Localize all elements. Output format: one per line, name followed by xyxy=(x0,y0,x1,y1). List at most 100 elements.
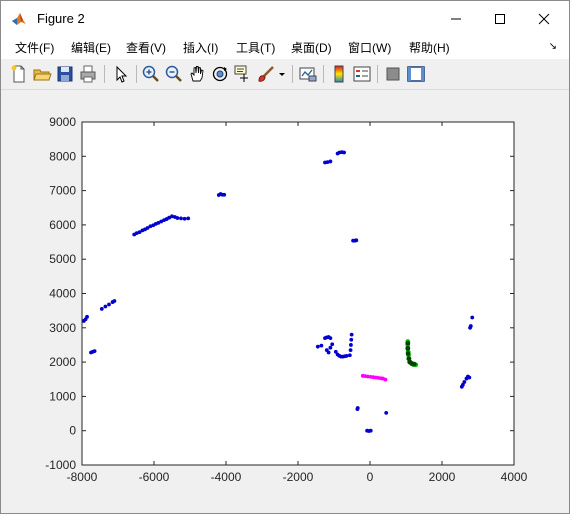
data-point xyxy=(462,380,467,384)
menu-insert[interactable]: 插入(I) xyxy=(183,40,218,56)
save-icon[interactable] xyxy=(55,64,75,84)
data-point xyxy=(328,336,333,340)
menu-file[interactable]: 文件(F) xyxy=(15,40,54,56)
x-tick-label: -2000 xyxy=(283,470,314,484)
data-point xyxy=(349,332,354,337)
figure-canvas[interactable]: -8000 -6000 -4000 -2000 0 2000 4000 -1000 0 1000 2… xyxy=(1,90,569,513)
y-tick-label: 8000 xyxy=(49,149,76,163)
menu-dock-arrow-icon[interactable]: ↘ xyxy=(549,41,557,52)
data-point xyxy=(92,349,97,354)
data-point xyxy=(103,304,108,309)
x-tick-label: -4000 xyxy=(211,470,242,484)
brush-dropdown-icon[interactable] xyxy=(277,64,287,84)
data-point xyxy=(315,344,320,349)
data-cursor-icon[interactable] xyxy=(233,64,253,84)
menu-desktop[interactable]: 桌面(D) xyxy=(291,40,332,56)
y-tick-label: 6000 xyxy=(49,218,76,232)
menu-bar: 文件(F) 编辑(E) 查看(V) 插入(I) 工具(T) 桌面(D) 窗口(W… xyxy=(1,37,569,59)
data-point xyxy=(349,343,353,347)
rotate-3d-icon[interactable] xyxy=(210,64,230,84)
data-point xyxy=(348,348,353,352)
x-tick-label: -8000 xyxy=(67,470,98,484)
menu-window[interactable]: 窗口(W) xyxy=(348,40,391,56)
x-tick-label: 4000 xyxy=(501,470,528,484)
y-tick-label: 5000 xyxy=(49,252,76,266)
link-plot-icon[interactable] xyxy=(298,64,318,84)
print-icon[interactable] xyxy=(78,64,98,84)
maximize-icon xyxy=(495,14,505,24)
data-point xyxy=(468,324,473,328)
zoom-in-icon[interactable] xyxy=(141,64,161,84)
menu-edit[interactable]: 编辑(E) xyxy=(71,40,111,56)
y-tick-label: 4000 xyxy=(49,287,76,301)
toolbar-separator xyxy=(104,65,105,83)
title-bar[interactable]: Figure 2 xyxy=(1,1,569,37)
data-point xyxy=(342,150,346,155)
data-point xyxy=(326,350,331,355)
menu-help[interactable]: 帮助(H) xyxy=(409,40,450,56)
data-point xyxy=(344,354,349,358)
zoom-out-icon[interactable] xyxy=(164,64,184,84)
data-point xyxy=(175,216,180,220)
brush-icon[interactable] xyxy=(256,64,276,84)
minimize-button[interactable] xyxy=(433,1,479,37)
new-figure-icon[interactable] xyxy=(9,64,29,84)
data-point xyxy=(347,353,352,358)
data-point xyxy=(411,361,417,367)
colorbar-icon[interactable] xyxy=(329,64,349,84)
x-tick-label: -6000 xyxy=(139,470,170,484)
data-point xyxy=(99,307,104,311)
data-point xyxy=(405,345,411,351)
menu-view[interactable]: 查看(V) xyxy=(126,40,166,56)
minimize-icon xyxy=(451,18,461,20)
data-point xyxy=(405,351,411,356)
data-point xyxy=(222,192,227,197)
data-point xyxy=(355,406,360,410)
toolbar-separator xyxy=(136,65,137,83)
data-point xyxy=(182,216,187,221)
data-point xyxy=(470,315,475,320)
window-title: Figure 2 xyxy=(37,11,85,26)
data-point xyxy=(330,342,335,347)
x-tick-label: 2000 xyxy=(429,470,456,484)
y-tick-label: 0 xyxy=(69,424,76,438)
x-tick-label: 0 xyxy=(367,470,374,484)
data-point xyxy=(405,340,411,346)
y-tick-label: -1000 xyxy=(45,458,76,472)
data-point xyxy=(467,375,472,380)
y-tick-label: 1000 xyxy=(49,389,76,403)
scatter-plot: -8000 -6000 -4000 -2000 0 2000 4000 -1000 0 1000 2… xyxy=(45,115,528,484)
data-point xyxy=(112,299,117,303)
toolbar-separator xyxy=(323,65,324,83)
y-tick-label: 3000 xyxy=(49,321,76,335)
data-point xyxy=(384,410,389,415)
toolbar-separator xyxy=(292,65,293,83)
figure-window: Figure 2 文件(F) 编辑(E) 查看(V) 插入(I) 工具(T) 桌… xyxy=(0,0,570,514)
maximize-button[interactable] xyxy=(477,1,523,37)
pan-icon[interactable] xyxy=(187,64,207,84)
data-point xyxy=(85,314,89,319)
matlab-logo-icon xyxy=(11,11,27,27)
data-point xyxy=(349,337,354,342)
close-icon xyxy=(538,13,550,25)
data-point xyxy=(328,345,333,350)
figure-toolbar xyxy=(1,59,569,90)
data-point xyxy=(319,343,324,348)
axes-background xyxy=(82,122,514,465)
data-point xyxy=(186,216,191,221)
toolbar-separator xyxy=(377,65,378,83)
legend-icon[interactable] xyxy=(352,64,372,84)
hide-plot-tools-icon[interactable] xyxy=(383,64,403,84)
pointer-icon[interactable] xyxy=(111,64,131,84)
close-button[interactable] xyxy=(521,1,567,37)
menu-tools[interactable]: 工具(T) xyxy=(236,40,275,56)
data-point xyxy=(107,302,111,307)
y-tick-label: 7000 xyxy=(49,184,76,198)
show-plot-tools-icon[interactable] xyxy=(406,64,426,84)
data-point xyxy=(354,238,359,243)
data-point xyxy=(328,159,333,164)
data-point xyxy=(383,377,388,382)
y-tick-label: 9000 xyxy=(49,115,76,129)
y-tick-label: 2000 xyxy=(49,355,76,369)
open-file-icon[interactable] xyxy=(32,64,52,84)
